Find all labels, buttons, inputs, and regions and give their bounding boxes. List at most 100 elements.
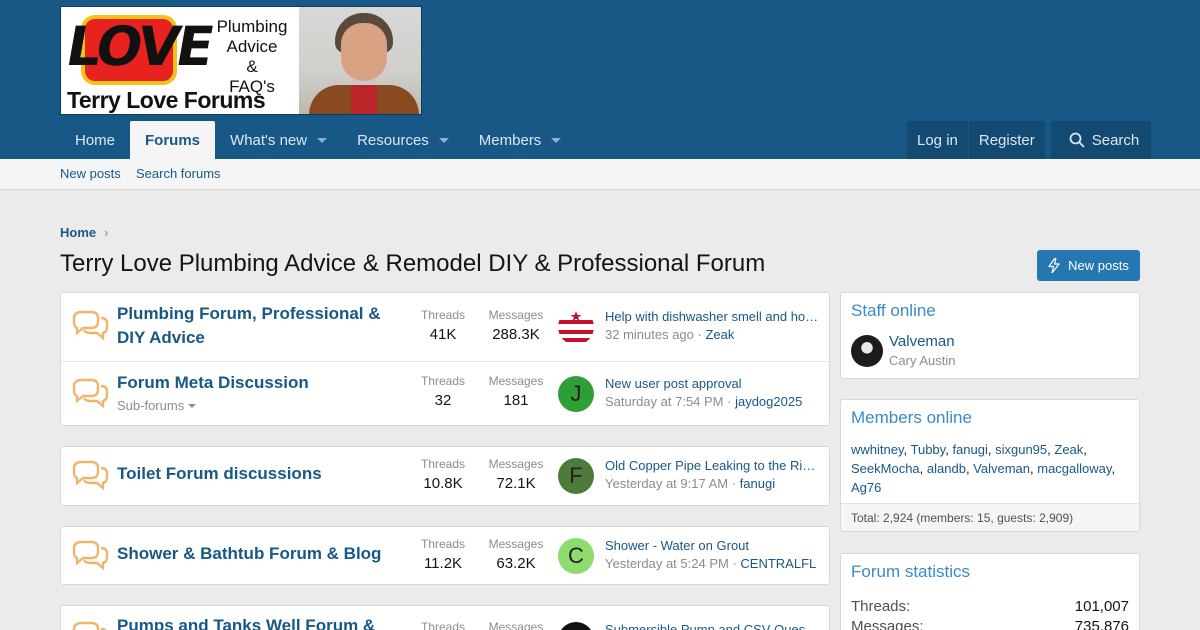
- latest-time[interactable]: 32 minutes ago: [605, 327, 694, 342]
- new-posts-label: New posts: [1068, 258, 1129, 273]
- breadcrumb-home[interactable]: Home: [60, 225, 96, 240]
- subforums-toggle[interactable]: Sub-forums: [117, 398, 197, 413]
- member-link[interactable]: Valveman: [973, 461, 1030, 476]
- nav-home[interactable]: Home: [60, 121, 130, 159]
- latest-thread-title[interactable]: Help with dishwasher smell and hos...: [605, 309, 819, 324]
- latest-user[interactable]: CENTRALFL: [740, 556, 816, 571]
- stat-value: 11.2K: [423, 555, 463, 572]
- nav-members[interactable]: Members: [464, 121, 577, 159]
- search-button[interactable]: Search: [1050, 121, 1152, 159]
- subnav-new-posts[interactable]: New posts: [60, 166, 121, 181]
- messages-stat: Messages 72.1K: [481, 457, 551, 492]
- messages-stat: Messages 63.2K: [481, 537, 551, 572]
- forum-node: Shower & Bathtub Forum & Blog Threads 11.…: [61, 527, 829, 584]
- statistic-row: Threads: 101,007: [851, 598, 1129, 615]
- threads-stat: Threads 10.8K: [408, 457, 478, 492]
- subnav-search-forums[interactable]: Search forums: [136, 166, 221, 181]
- latest-thread-title[interactable]: New user post approval: [605, 376, 819, 391]
- main-nav: Home Forums What's new Resources Members: [60, 121, 576, 159]
- avatar[interactable]: F: [558, 458, 594, 494]
- photo-shirt: [351, 85, 377, 114]
- avatar[interactable]: C: [558, 538, 594, 574]
- forum-node: Toilet Forum discussions Threads 10.8K Me…: [61, 447, 829, 505]
- stat-label: Threads: [420, 620, 466, 630]
- forum-title[interactable]: Plumbing Forum, Professional & DIY Advic…: [117, 302, 407, 350]
- nav-label: Forums: [145, 131, 201, 149]
- register-button[interactable]: Register: [967, 121, 1045, 159]
- stat-value: 288.3K: [492, 326, 540, 343]
- stat-label: Messages: [488, 537, 544, 551]
- nav-forums[interactable]: Forums: [130, 121, 216, 159]
- forum-title[interactable]: Pumps and Tanks Well Forum &: [117, 614, 417, 630]
- avatar[interactable]: [851, 335, 883, 367]
- panel-title[interactable]: Staff online: [851, 301, 936, 321]
- members-online-total: Total: 2,924 (members: 15, guests: 2,909…: [841, 503, 1139, 531]
- chevron-down-icon[interactable]: [317, 137, 328, 143]
- latest-user[interactable]: jaydog2025: [735, 394, 802, 409]
- latest-thread-title[interactable]: Old Copper Pipe Leaking to the Rig...: [605, 458, 819, 473]
- chevron-down-icon[interactable]: [551, 137, 562, 143]
- bolt-icon: [1048, 258, 1060, 273]
- statistic-value: 101,007: [1074, 598, 1129, 615]
- member-link[interactable]: fanugi: [952, 442, 987, 457]
- messages-stat: Messages 288.3K: [481, 308, 551, 343]
- latest-time[interactable]: Yesterday at 9:17 AM: [605, 476, 728, 491]
- member-link[interactable]: SeekMocha: [851, 461, 920, 476]
- latest-thread-meta: Yesterday at 5:24 PM · CENTRALFL: [605, 556, 817, 571]
- nav-label: Members: [478, 131, 542, 149]
- forum-title[interactable]: Forum Meta Discussion: [117, 371, 417, 395]
- site-logo[interactable]: LOVE Plumbing Advice & FAQ's Terry Love …: [60, 6, 422, 115]
- stat-label: Messages: [488, 374, 544, 388]
- forum-category-block: Toilet Forum discussions Threads 10.8K Me…: [60, 446, 830, 506]
- member-link[interactable]: Tubby: [911, 442, 946, 457]
- logo-tagline-line: Plumbing: [216, 17, 288, 36]
- logo-tagline-line: &: [246, 57, 258, 76]
- subforums-label: Sub-forums: [117, 398, 185, 413]
- stat-label: Messages: [488, 308, 544, 322]
- avatar[interactable]: J: [558, 376, 594, 412]
- member-link[interactable]: Ag76: [851, 480, 881, 495]
- avatar[interactable]: [558, 309, 594, 345]
- site-header: LOVE Plumbing Advice & FAQ's Terry Love …: [0, 0, 1200, 159]
- latest-thread-title[interactable]: Shower - Water on Grout: [605, 538, 819, 553]
- latest-user[interactable]: Zeak: [705, 327, 734, 342]
- member-link[interactable]: macgalloway: [1037, 461, 1111, 476]
- nav-label: What's new: [230, 131, 308, 149]
- threads-stat: Threads 32: [408, 374, 478, 409]
- nav-resources[interactable]: Resources: [342, 121, 464, 159]
- breadcrumb: Home ›: [60, 225, 108, 240]
- statistic-label: Threads:: [851, 598, 911, 615]
- member-link[interactable]: wwhitney: [851, 442, 904, 457]
- messages-stat: Messages: [481, 620, 551, 630]
- panel-title[interactable]: Members online: [851, 408, 972, 428]
- latest-time[interactable]: Saturday at 7:54 PM: [605, 394, 724, 409]
- search-label: Search: [1091, 131, 1140, 149]
- login-button[interactable]: Log in: [907, 121, 968, 159]
- search-icon: [1069, 132, 1085, 148]
- forum-category-block: Pumps and Tanks Well Forum & Threads Mes…: [60, 605, 830, 630]
- latest-thread-meta: Saturday at 7:54 PM · jaydog2025: [605, 394, 803, 409]
- staff-name[interactable]: Valveman: [889, 333, 955, 350]
- nav-label: Home: [75, 131, 116, 149]
- nav-whats-new[interactable]: What's new: [215, 121, 342, 159]
- members-online-panel: Members online wwhitney, Tubby, fanugi, …: [840, 399, 1140, 532]
- latest-thread-title[interactable]: Submersible Pump and CSV Questi...: [605, 622, 819, 630]
- threads-stat: Threads 41K: [408, 308, 478, 343]
- stat-label: Threads: [420, 374, 466, 388]
- latest-time[interactable]: Yesterday at 5:24 PM: [605, 556, 729, 571]
- logo-tagline: Plumbing Advice & FAQ's: [207, 17, 297, 97]
- forum-node: Plumbing Forum, Professional & DIY Advic…: [61, 293, 829, 361]
- member-link[interactable]: sixgun95: [995, 442, 1047, 457]
- chevron-down-icon[interactable]: [438, 137, 449, 143]
- forum-title[interactable]: Toilet Forum discussions: [117, 462, 417, 486]
- avatar[interactable]: [558, 622, 594, 630]
- new-posts-button[interactable]: New posts: [1037, 250, 1140, 281]
- member-link[interactable]: alandb: [927, 461, 966, 476]
- stat-label: Threads: [420, 457, 466, 471]
- logo-text-area: LOVE Plumbing Advice & FAQ's Terry Love …: [61, 7, 299, 114]
- forum-title[interactable]: Shower & Bathtub Forum & Blog: [117, 542, 417, 566]
- photo-face: [341, 23, 387, 81]
- threads-stat: Threads 11.2K: [408, 537, 478, 572]
- latest-user[interactable]: fanugi: [740, 476, 775, 491]
- member-link[interactable]: Zeak: [1054, 442, 1083, 457]
